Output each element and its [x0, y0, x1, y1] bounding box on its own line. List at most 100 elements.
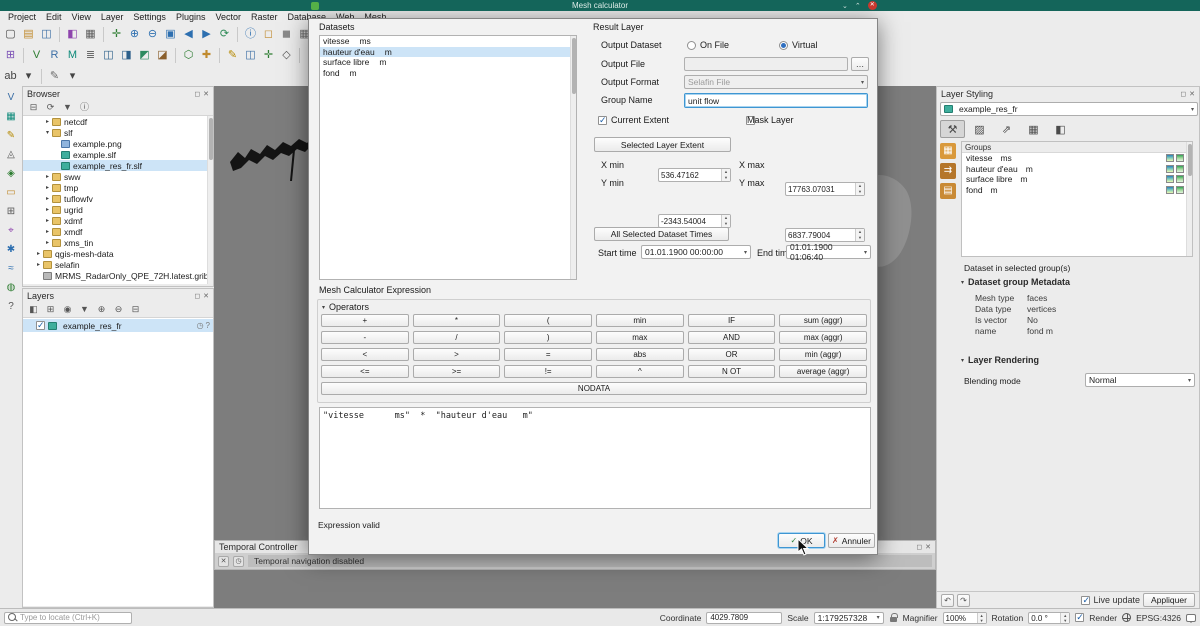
coordinate-input[interactable]	[710, 613, 778, 622]
browse-output-file-button[interactable]: …	[851, 57, 869, 71]
operator-max-aggr-button[interactable]: max (aggr)	[779, 331, 867, 344]
scale-combo[interactable]: 1:179257328 ▾	[814, 612, 884, 624]
collapse-all-icon[interactable]: ⊟	[27, 101, 40, 114]
add-delimited-text-icon[interactable]: ≣	[82, 47, 99, 64]
browser-item-tuflowfv[interactable]: ▸tuflowfv	[23, 193, 213, 204]
nodata-button[interactable]: NODATA	[321, 382, 867, 395]
refresh-icon[interactable]: ⟳	[44, 101, 57, 114]
ymin-input[interactable]	[659, 215, 719, 227]
ymax-input[interactable]	[786, 229, 853, 241]
zoom-next-icon[interactable]: ▶	[198, 26, 215, 43]
remove-layer-icon[interactable]: ⊟	[129, 303, 142, 316]
menu-edit[interactable]: Edit	[41, 12, 67, 22]
browser-item-xdmf[interactable]: ▸xdmf	[23, 215, 213, 226]
save-edits-icon[interactable]: ◫	[242, 47, 259, 64]
close-window-icon[interactable]: ✕	[868, 1, 877, 10]
zoom-full-icon[interactable]: ▣	[162, 26, 179, 43]
browser-item-qgis-mesh-data[interactable]: ▸qgis-mesh-data	[23, 248, 213, 259]
output-file-input[interactable]	[688, 59, 844, 69]
virtual-radio[interactable]	[779, 41, 788, 50]
browser-item-example-slf[interactable]: example.slf	[23, 149, 213, 160]
operator-greater-button[interactable]: >	[413, 348, 501, 361]
float-panel-icon[interactable]: ◻	[916, 543, 922, 551]
expander-icon[interactable]: ▸	[43, 118, 52, 125]
menu-project[interactable]: Project	[3, 12, 41, 22]
contours-toggle-button[interactable]	[1176, 186, 1184, 194]
polygon-tool-icon[interactable]: ◈	[3, 166, 19, 182]
zoom-in-icon[interactable]: ⊕	[126, 26, 143, 43]
add-group-icon[interactable]: ⊞	[44, 303, 57, 316]
ymin-spinner[interactable]: ▲▼	[658, 214, 731, 228]
operator-less-button[interactable]: <	[321, 348, 409, 361]
vertex-tool-icon[interactable]: ◇	[278, 47, 295, 64]
color-ramp-button[interactable]	[1166, 165, 1174, 173]
close-panel-icon[interactable]: ✕	[1189, 90, 1195, 98]
xmax-spinner[interactable]: ▲▼	[785, 182, 865, 196]
style-redo-icon[interactable]: ↷	[957, 594, 970, 607]
filter-legend-icon[interactable]: ▼	[78, 303, 91, 316]
expander-icon[interactable]: ▸	[34, 250, 43, 257]
layer-item-example-res-fr[interactable]: example_res_fr◷?	[23, 319, 213, 332]
browser-item-sww[interactable]: ▸sww	[23, 171, 213, 182]
deselect-features-icon[interactable]: ◼	[278, 26, 295, 43]
rendering-section-toggle[interactable]: ▾ Layer Rendering	[961, 355, 1039, 365]
contours-toggle-button[interactable]	[1176, 175, 1184, 183]
operator-greater-equal-button[interactable]: >=	[413, 365, 501, 378]
style-undo-icon[interactable]: ↶	[941, 594, 954, 607]
operator-or-button[interactable]: OR	[688, 348, 776, 361]
add-postgis-icon[interactable]: ◫	[100, 47, 117, 64]
operator-average-aggr-button[interactable]: average (aggr)	[779, 365, 867, 378]
zoom-last-icon[interactable]: ◀	[180, 26, 197, 43]
split-tool-icon[interactable]: ◬	[3, 147, 19, 163]
pan-map-icon[interactable]: ✛	[108, 26, 125, 43]
spin-down-icon[interactable]: ▼	[856, 189, 864, 195]
live-update-checkbox[interactable]	[1081, 596, 1090, 605]
styling-group-surface-libre[interactable]: surface librem	[962, 174, 1192, 185]
browser-item-tmp[interactable]: ▸tmp	[23, 182, 213, 193]
operator-plus-button[interactable]: +	[321, 314, 409, 327]
vector-arrows-icon[interactable]: ⇉	[940, 163, 956, 179]
add-feature-icon[interactable]: ✛	[260, 47, 277, 64]
expression-editor[interactable]: "vitesse ms" * "hauteur d'eau m"	[319, 407, 871, 509]
groups-scrollbar[interactable]	[1186, 142, 1192, 256]
xmin-spinner[interactable]: ▲▼	[658, 168, 731, 182]
group-name-input[interactable]	[688, 96, 864, 106]
menu-layer[interactable]: Layer	[96, 12, 129, 22]
on-file-radio[interactable]	[687, 41, 696, 50]
dataset-item-fond[interactable]: fondm	[320, 68, 576, 79]
tab-3d[interactable]: ◧	[1048, 120, 1073, 138]
cancel-button[interactable]: ✗ Annuler	[828, 533, 875, 548]
add-wms-icon[interactable]: ◩	[136, 47, 153, 64]
menu-plugins[interactable]: Plugins	[171, 12, 211, 22]
crs-value[interactable]: EPSG:4326	[1136, 613, 1181, 623]
menu-view[interactable]: View	[67, 12, 96, 22]
layout-manager-icon[interactable]: ▦	[82, 26, 99, 43]
menu-settings[interactable]: Settings	[128, 12, 171, 22]
close-panel-icon[interactable]: ✕	[925, 543, 931, 551]
filter-browser-icon[interactable]: ▼	[61, 101, 74, 114]
color-ramp-button[interactable]	[1166, 186, 1174, 194]
select-region-icon[interactable]: ▭	[3, 185, 19, 201]
browser-item-slf[interactable]: ▾slf	[23, 127, 213, 138]
globe-tool-icon[interactable]: ◍	[3, 280, 19, 296]
float-panel-icon[interactable]: ◻	[194, 90, 200, 98]
expander-icon[interactable]: ▸	[34, 261, 43, 268]
styling-group-vitesse[interactable]: vitessems	[962, 153, 1192, 164]
locate-bar[interactable]	[4, 612, 132, 624]
operator-equals-button[interactable]: =	[504, 348, 592, 361]
styling-group-hauteur-d-eau[interactable]: hauteur d'eaum	[962, 164, 1192, 175]
group-name-field[interactable]	[684, 93, 868, 108]
magnifier-input[interactable]	[944, 613, 975, 623]
current-extent-checkbox[interactable]	[598, 116, 607, 125]
expander-icon[interactable]: ▸	[43, 184, 52, 191]
float-panel-icon[interactable]: ◻	[194, 292, 200, 300]
ymax-spinner[interactable]: ▲▼	[785, 228, 865, 242]
browser-item-xms-tin[interactable]: ▸xms_tin	[23, 237, 213, 248]
save-project-icon[interactable]: ◫	[38, 26, 55, 43]
magnifier-spinner[interactable]: ▲▼	[943, 612, 987, 624]
render-checkbox[interactable]	[1075, 613, 1084, 622]
tab-contours[interactable]: ▨	[967, 120, 992, 138]
toggle-editing-icon[interactable]: ✎	[224, 47, 241, 64]
properties-icon[interactable]: ⓘ	[78, 101, 91, 114]
dataset-item-surface-libre[interactable]: surface librem	[320, 57, 576, 68]
